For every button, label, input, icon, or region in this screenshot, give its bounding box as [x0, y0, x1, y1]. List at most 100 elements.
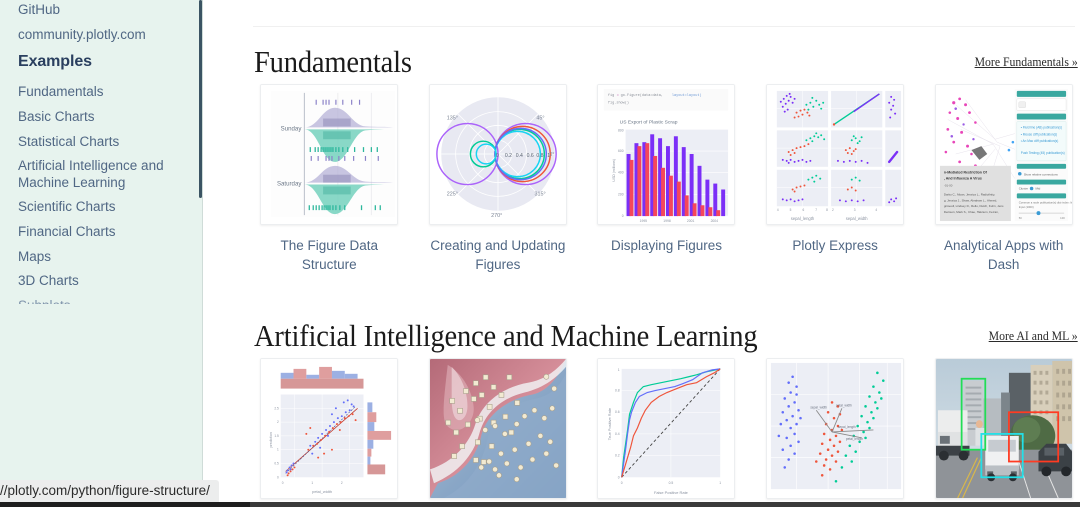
svg-text:315°: 315° [534, 191, 545, 197]
thumbnail-knn-boundary [428, 358, 567, 499]
svg-text:200: 200 [619, 192, 625, 196]
sidebar-item-3d-charts[interactable]: 3D Charts [18, 273, 79, 290]
svg-text:sepal_width: sepal_width [846, 216, 868, 221]
svg-text:2.5: 2.5 [275, 406, 280, 410]
sidebar-item-fundamentals[interactable]: Fundamentals [18, 84, 104, 101]
svg-text:0.2: 0.2 [616, 454, 621, 458]
svg-text:prediction: prediction [269, 432, 273, 447]
svg-text:Sunday: Sunday [281, 125, 303, 132]
svg-text:0.5: 0.5 [669, 481, 674, 485]
card-roc-curves[interactable]: 0 0.2 0.4 0.6 0.8 1 0 0.5 1 True Positive Rate… [590, 358, 743, 502]
thumbnail-marginal-scatter: 0 0.5 1 1.5 2 2.5 0 1 2 prediction petal_width [260, 358, 399, 499]
sidebar-item-basic-charts[interactable]: Basic Charts [18, 109, 95, 126]
card-title: The Figure Data Structure [280, 238, 379, 272]
svg-text:1995: 1995 [640, 219, 648, 223]
card-ml-regression[interactable]: 0 0.5 1 1.5 2 2.5 0 1 2 prediction petal_width… [253, 358, 406, 502]
svg-text:6: 6 [803, 208, 805, 212]
svg-text:800: 800 [619, 128, 625, 132]
card-figure-data-structure[interactable]: Sunday Saturday The Figure Data Structur… [253, 84, 406, 274]
sidebar-heading-examples[interactable]: Examples [18, 53, 92, 71]
svg-text:0.4: 0.4 [516, 153, 523, 159]
svg-text:3: 3 [854, 208, 856, 212]
svg-text:• Mouse cliff publication(s): • Mouse cliff publication(s) [1020, 132, 1056, 136]
svg-text:0: 0 [622, 214, 624, 218]
sidebar-item-maps[interactable]: Maps [18, 249, 51, 266]
card-title: Plotly Express [792, 238, 878, 253]
sidebar-item-scientific-charts[interactable]: Scientific Charts [18, 199, 116, 216]
window-bottom-edge-light [250, 502, 1080, 507]
svg-text:fig.show(): fig.show() [608, 101, 629, 106]
svg-text:4: 4 [875, 208, 877, 212]
svg-text:False Positive Rate: False Positive Rate [654, 490, 689, 495]
thumbnail-bar-chart-code: fig = go.Figure(data=data, layout=layout… [597, 84, 736, 225]
thumbnail-pca-biplot: sepal_width petal_width sepal_length pet… [766, 358, 905, 499]
svg-text:=: = [617, 94, 619, 98]
svg-text:45°: 45° [536, 116, 544, 122]
svg-text:50: 50 [1018, 216, 1022, 220]
status-bar-url: //plotly.com/python/figure-structure/ [0, 480, 219, 502]
section-header: Fundamentals More Fundamentals » [253, 44, 1080, 84]
svg-text:Saturday: Saturday [277, 181, 302, 188]
svg-text:0: 0 [618, 475, 620, 479]
svg-text:petal_length: petal_length [846, 437, 863, 441]
svg-text:Cluster: Cluster [1018, 186, 1027, 190]
svg-text:2001: 2001 [687, 219, 695, 223]
sidebar-item-ai-ml[interactable]: Artificial Intelligence and Machine Lear… [18, 158, 183, 192]
svg-text:0.4: 0.4 [616, 432, 621, 436]
svg-text:0.5: 0.5 [275, 461, 280, 465]
svg-text:Mid: Mid [1035, 186, 1040, 190]
svg-text:7: 7 [815, 208, 817, 212]
sidebar-link-community[interactable]: community.plotly.com [18, 27, 146, 44]
card-knn-classification[interactable]: kNN Classification [422, 358, 575, 502]
svg-text:Push Testing (45) publication(: Push Testing (45) publication(s) [1020, 151, 1064, 155]
svg-text:go.Figure(data=data,: go.Figure(data=data, [621, 93, 663, 98]
card-title: Displaying Figures [610, 238, 722, 253]
card-pca-visualization[interactable]: sepal_width petal_width sepal_length pet… [759, 358, 912, 502]
section-ai-ml: Artificial Intelligence and Machine Lear… [253, 318, 1080, 502]
browser-viewport: GitHub community.plotly.com Examples Fun… [0, 0, 1080, 507]
svg-text:, And Influenza A Virus: , And Influenza A Virus [944, 177, 982, 181]
svg-text:Darko C., Moan, Jessica L., Ra: Darko C., Moan, Jessica L., Radiofinity, [944, 192, 995, 196]
svg-text:-01-00: -01-00 [944, 184, 953, 188]
svg-text:400: 400 [619, 171, 625, 175]
svg-text:Input (1000): Input (1000) [1018, 205, 1033, 209]
svg-text:USD (millions): USD (millions) [612, 159, 616, 182]
page-title-ai-ml: Artificial Intelligence and Machine Lear… [254, 318, 758, 353]
thumbnail-scatter-matrix: 4 5 6 7 8 2 3 4 sepal_length sepal_width [766, 84, 905, 225]
main-content: Fundamentals More Fundamentals » Sunday … [203, 0, 1080, 502]
thumbnail-object-detection [934, 358, 1073, 499]
card-displaying-figures[interactable]: fig = go.Figure(data=data, layout=layout… [590, 84, 743, 274]
svg-text:135°: 135° [447, 116, 458, 122]
card-plotly-express[interactable]: 4 5 6 7 8 2 3 4 sepal_length sepal_width Plot… [759, 84, 912, 274]
sidebar-item-subplots[interactable]: Subplots [18, 298, 71, 304]
card-object-detection[interactable]: Object Detection [927, 358, 1080, 502]
sidebar-item-statistical-charts[interactable]: Statistical Charts [18, 134, 119, 151]
svg-text:4: 4 [777, 208, 779, 212]
svg-text:1: 1 [277, 448, 279, 452]
svg-text:Denison, Mark S., Chae, Haknum: Denison, Mark S., Chae, Haknum, Ferran, [944, 210, 999, 214]
svg-text:sepal_length: sepal_length [791, 216, 815, 221]
svg-text:petal_width: petal_width [836, 403, 852, 407]
sidebar-navigation[interactable]: GitHub community.plotly.com Examples Fun… [0, 0, 203, 485]
sidebar-item-financial-charts[interactable]: Financial Charts [18, 224, 116, 241]
section-header: Artificial Intelligence and Machine Lear… [253, 318, 1080, 358]
more-ai-ml-link[interactable]: More AI and ML » [989, 329, 1078, 344]
svg-text:True Positive Rate: True Positive Rate [607, 407, 612, 440]
card-title: Analytical Apps with Dash [944, 238, 1064, 272]
svg-text:2: 2 [832, 208, 834, 212]
more-fundamentals-link[interactable]: More Fundamentals » [975, 55, 1078, 70]
svg-text:100: 100 [1060, 216, 1065, 220]
svg-text:g, Jessica J., Shaw, Abraham L: g, Jessica J., Shaw, Abraham L., Ahmed, [944, 198, 997, 202]
thumbnail-violin-plot: Sunday Saturday [260, 84, 399, 225]
card-creating-updating-figures[interactable]: 0° 45° 135° 225° 270° 315° 0 0.2 0.4 0.6 0… [422, 84, 575, 274]
svg-text:0: 0 [282, 481, 284, 485]
svg-text:fig: fig [608, 93, 614, 98]
sidebar-link-github[interactable]: GitHub [18, 2, 60, 19]
svg-text:1: 1 [618, 368, 620, 372]
top-divider [253, 26, 1075, 27]
card-analytical-apps-dash[interactable]: n-Mediated Restriction Of , And Influenz… [927, 84, 1080, 274]
svg-text:n-Mediated Restriction Of: n-Mediated Restriction Of [944, 171, 988, 175]
card-row-ai-ml: 0 0.5 1 1.5 2 2.5 0 1 2 prediction petal_width… [253, 358, 1080, 502]
card-title: Creating and Updating Figures [430, 238, 566, 272]
svg-text:600: 600 [619, 149, 625, 153]
